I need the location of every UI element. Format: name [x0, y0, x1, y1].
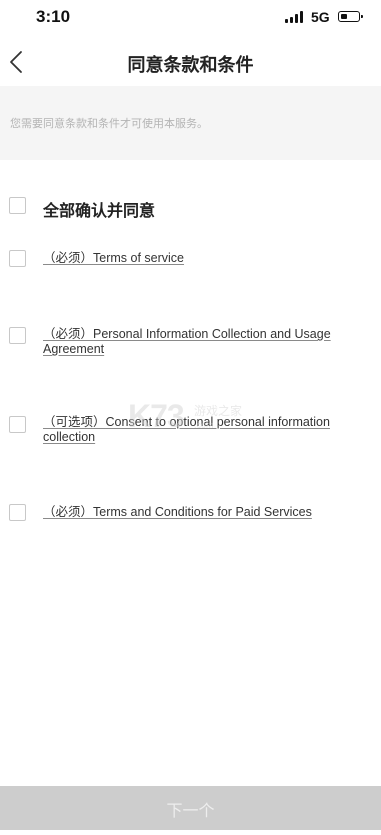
paid-services-terms-checkbox[interactable] — [9, 504, 26, 521]
personal-info-agreement-link[interactable]: （必须）Personal Information Collection and … — [43, 327, 359, 357]
paid-services-terms-link[interactable]: （必须）Terms and Conditions for Paid Servic… — [43, 505, 359, 520]
agree-all-checkbox[interactable] — [9, 197, 26, 214]
optional-info-consent-checkbox[interactable] — [9, 416, 26, 433]
status-bar: 3:10 5G — [0, 0, 381, 38]
term-tag: （必须） — [43, 251, 94, 265]
battery-icon — [338, 11, 363, 22]
term-label: Terms of service — [93, 251, 185, 265]
next-button[interactable]: 下一个 — [0, 786, 381, 830]
terms-of-service-checkbox[interactable] — [9, 250, 26, 267]
page-title: 同意条款和条件 — [127, 55, 254, 76]
personal-info-agreement-checkbox[interactable] — [9, 327, 26, 344]
term-tag: （可选项） — [43, 415, 106, 429]
notice-text: 您需要同意条款和条件才可使用本服务。 — [10, 117, 208, 130]
agree-all-label[interactable]: 全部确认并同意 — [43, 197, 155, 221]
network-label: 5G — [311, 9, 330, 25]
term-label: Terms and Conditions for Paid Services — [93, 505, 312, 519]
term-tag: （必须） — [43, 327, 94, 341]
term-tag: （必须） — [43, 505, 94, 519]
optional-info-consent-link[interactable]: （可选项）Consent to optional personal inform… — [43, 415, 359, 445]
terms-of-service-link[interactable]: （必须）Terms of service — [43, 251, 359, 266]
notice-banner: 您需要同意条款和条件才可使用本服务。 — [0, 86, 381, 160]
status-time: 3:10 — [36, 7, 71, 26]
signal-bars-icon — [285, 11, 307, 23]
nav-bar: 同意条款和条件 — [0, 38, 381, 86]
